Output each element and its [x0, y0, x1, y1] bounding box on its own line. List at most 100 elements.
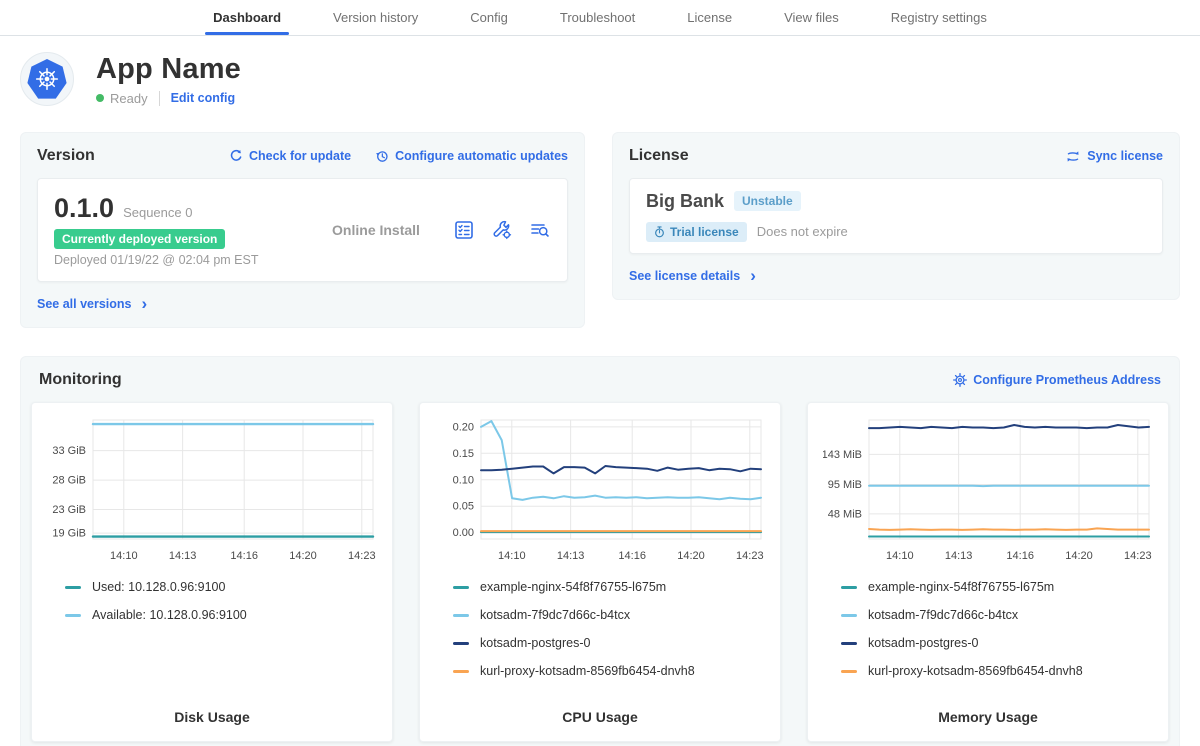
legend-item: Available: 10.128.0.96:9100: [65, 608, 377, 622]
legend-item: kotsadm-postgres-0: [841, 636, 1153, 650]
legend-label: kotsadm-7f9dc7d66c-b4tcx: [868, 608, 1018, 622]
chart-title: CPU Usage: [435, 709, 765, 733]
config-wrench-icon[interactable]: [491, 219, 513, 241]
legend-label: kotsadm-postgres-0: [480, 636, 590, 650]
license-card: License Sync license Big Bank Unstable: [612, 132, 1180, 300]
dashboard-content: App Name Ready Edit config Version: [0, 52, 1200, 746]
disk-usage-legend: Used: 10.128.0.96:9100 Available: 10.128.…: [47, 580, 377, 636]
legend-swatch-icon: [453, 586, 469, 589]
currently-deployed-badge: Currently deployed version: [54, 229, 225, 249]
svg-text:14:20: 14:20: [1065, 550, 1093, 562]
svg-text:19 GiB: 19 GiB: [52, 528, 86, 540]
svg-text:14:20: 14:20: [677, 550, 705, 562]
tab-config[interactable]: Config: [444, 0, 534, 35]
top-nav: Dashboard Version history Config Trouble…: [0, 0, 1200, 36]
sync-license-link[interactable]: Sync license: [1065, 149, 1163, 163]
tab-dashboard[interactable]: Dashboard: [187, 0, 307, 35]
legend-swatch-icon: [841, 586, 857, 589]
disk-usage-chart-card: 14:1014:1314:1614:2014:2333 GiB28 GiB23 …: [31, 402, 393, 742]
svg-text:14:23: 14:23: [1124, 550, 1152, 562]
svg-text:0.05: 0.05: [453, 501, 474, 513]
tab-view-files[interactable]: View files: [758, 0, 865, 35]
svg-text:14:16: 14:16: [618, 550, 646, 562]
sequence-label: Sequence 0: [123, 205, 192, 220]
cpu-usage-chart: 14:1014:1314:1614:2014:230.200.150.100.0…: [435, 413, 765, 570]
version-info: 0.1.0 Sequence 0 Currently deployed vers…: [54, 193, 299, 267]
trial-license-badge: Trial license: [646, 222, 747, 242]
preflight-checks-icon[interactable]: [453, 219, 475, 241]
legend-item: kurl-proxy-kotsadm-8569fb6454-dnvh8: [841, 664, 1153, 678]
memory-usage-legend: example-nginx-54f8f76755-l675m kotsadm-7f…: [823, 580, 1153, 692]
chart-title: Disk Usage: [47, 709, 377, 733]
license-name-row: Big Bank Unstable: [646, 191, 1146, 212]
legend-swatch-icon: [453, 642, 469, 645]
monitoring-header: Monitoring Configure Prometheus Address: [39, 371, 1161, 389]
svg-text:95 MiB: 95 MiB: [828, 479, 862, 491]
legend-swatch-icon: [841, 642, 857, 645]
tab-troubleshoot[interactable]: Troubleshoot: [534, 0, 661, 35]
legend-label: kurl-proxy-kotsadm-8569fb6454-dnvh8: [868, 664, 1083, 678]
svg-text:14:10: 14:10: [110, 550, 138, 562]
status-dot-icon: [96, 94, 104, 102]
schedule-clock-icon: [375, 149, 389, 163]
app-status-row: Ready Edit config: [96, 91, 241, 106]
see-all-versions-link[interactable]: See all versions: [37, 297, 147, 311]
legend-item: kurl-proxy-kotsadm-8569fb6454-dnvh8: [453, 664, 765, 678]
legend-swatch-icon: [841, 670, 857, 673]
legend-label: Used: 10.128.0.96:9100: [92, 580, 225, 594]
legend-item: kotsadm-postgres-0: [453, 636, 765, 650]
version-actions: Check for update Configure automatic upd…: [229, 149, 568, 163]
legend-label: example-nginx-54f8f76755-l675m: [480, 580, 666, 594]
license-card-header: License Sync license: [629, 147, 1163, 165]
svg-text:14:13: 14:13: [169, 550, 197, 562]
legend-swatch-icon: [453, 670, 469, 673]
legend-item: example-nginx-54f8f76755-l675m: [453, 580, 765, 594]
legend-label: kurl-proxy-kotsadm-8569fb6454-dnvh8: [480, 664, 695, 678]
deploy-logs-icon[interactable]: [529, 219, 551, 241]
legend-label: kotsadm-postgres-0: [868, 636, 978, 650]
ship-wheel-icon: [34, 66, 60, 92]
sync-arrows-icon: [1065, 150, 1081, 163]
svg-text:33 GiB: 33 GiB: [52, 445, 86, 457]
legend-swatch-icon: [65, 586, 81, 589]
nav-tabs: Dashboard Version history Config Trouble…: [187, 0, 1013, 35]
legend-item: example-nginx-54f8f76755-l675m: [841, 580, 1153, 594]
version-card: Version Check for update: [20, 132, 585, 328]
version-heading: Version: [37, 147, 95, 165]
legend-swatch-icon: [841, 614, 857, 617]
divider: [159, 91, 160, 106]
deployed-timestamp: Deployed 01/19/22 @ 02:04 pm EST: [54, 253, 299, 267]
see-license-details-link[interactable]: See license details: [629, 269, 756, 283]
memory-usage-chart-card: 14:1014:1314:1614:2014:23143 MiB95 MiB48…: [807, 402, 1169, 742]
svg-text:14:10: 14:10: [886, 550, 914, 562]
tab-license[interactable]: License: [661, 0, 758, 35]
expiry-label: Does not expire: [757, 224, 848, 239]
app-title: App Name: [96, 53, 241, 86]
svg-text:14:16: 14:16: [1006, 550, 1034, 562]
configure-prometheus-link[interactable]: Configure Prometheus Address: [953, 373, 1161, 387]
monitoring-heading: Monitoring: [39, 371, 122, 389]
configure-auto-updates-link[interactable]: Configure automatic updates: [375, 149, 568, 163]
version-card-footer: See all versions: [37, 295, 568, 313]
disk-usage-chart: 14:1014:1314:1614:2014:2333 GiB28 GiB23 …: [47, 413, 377, 570]
version-number: 0.1.0: [54, 193, 114, 224]
svg-text:14:13: 14:13: [945, 550, 973, 562]
edit-config-link[interactable]: Edit config: [171, 91, 236, 105]
tab-registry-settings[interactable]: Registry settings: [865, 0, 1013, 35]
legend-label: kotsadm-7f9dc7d66c-b4tcx: [480, 608, 630, 622]
kubernetes-heptagon: [27, 59, 67, 99]
stopwatch-icon: [654, 226, 665, 238]
legend-label: example-nginx-54f8f76755-l675m: [868, 580, 1054, 594]
tab-version-history[interactable]: Version history: [307, 0, 444, 35]
legend-swatch-icon: [453, 614, 469, 617]
license-heading: License: [629, 147, 689, 165]
svg-text:14:20: 14:20: [289, 550, 317, 562]
legend-swatch-icon: [65, 614, 81, 617]
app-header: App Name Ready Edit config: [20, 52, 1180, 106]
kubernetes-logo-icon: [20, 52, 74, 106]
customer-name: Big Bank: [646, 191, 724, 212]
app-status-label: Ready: [110, 91, 148, 106]
svg-text:14:23: 14:23: [736, 550, 764, 562]
check-for-update-link[interactable]: Check for update: [229, 149, 351, 163]
channel-badge: Unstable: [734, 191, 801, 211]
